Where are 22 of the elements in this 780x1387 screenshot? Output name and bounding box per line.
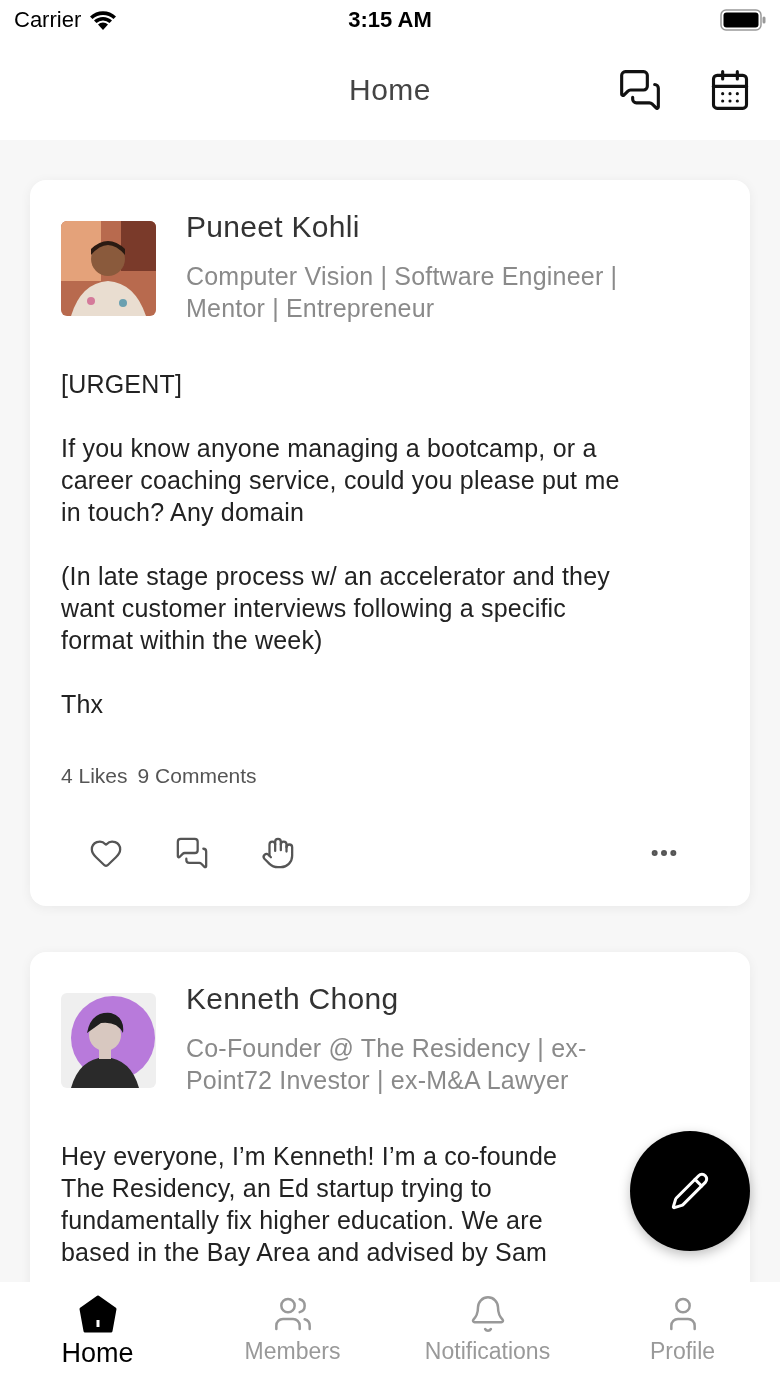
pencil-icon xyxy=(670,1171,710,1211)
home-icon xyxy=(77,1294,118,1334)
wifi-icon xyxy=(89,10,118,30)
likes-count[interactable]: 4 Likes xyxy=(61,764,128,788)
page-title: Home xyxy=(349,73,431,107)
battery-icon xyxy=(720,9,766,31)
post-text: (In late stage process w/ an accelerator and they want customer interviews following a specific format within the week) xyxy=(61,561,610,656)
author-name: Puneet Kohli xyxy=(186,209,361,245)
clock-time: 3:15 AM xyxy=(348,7,432,33)
post-text: Hey everyone, I’m Kenneth! I’m a co-founde The Residency, an Ed startup trying to fundamentally fix higher education. We are based in the Bay Area and advised by Sam xyxy=(61,1141,558,1268)
comments-count[interactable]: 9 Comments xyxy=(137,764,257,788)
comments-icon[interactable] xyxy=(175,836,209,870)
author-name: Kenneth Chong xyxy=(186,981,400,1017)
post-text: If you know anyone managing a bootcamp, or a career coaching service, could you please put me in touch? Any domain xyxy=(61,433,620,528)
hand-icon[interactable] xyxy=(261,836,295,870)
author-headline: Co-Founder @ The Residency | ex- Point72 Investor | ex-M&A Lawyer xyxy=(186,1033,587,1096)
carrier-label: Carrier xyxy=(14,7,82,33)
tab-item[interactable]: Home xyxy=(0,1282,195,1387)
post-text: [URGENT] xyxy=(61,369,183,400)
author-headline: Computer Vision | Software Engineer | Mentor | Entrepreneur xyxy=(186,261,618,324)
chat-icon[interactable] xyxy=(618,68,662,112)
post-text: Thx xyxy=(61,689,104,720)
